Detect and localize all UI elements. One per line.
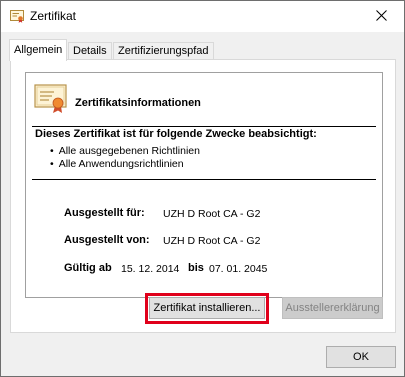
purpose-list: Alle ausgegebenen Richtlinien Alle Anwen… <box>50 145 200 171</box>
issuer-statement-button[interactable]: Ausstellererklärung <box>282 297 383 319</box>
tab-details[interactable]: Details <box>68 42 112 60</box>
info-title: Zertifikatsinformationen <box>75 97 201 109</box>
divider <box>32 126 376 127</box>
certificate-info-box: Zertifikatsinformationen Dieses Zertifik… <box>25 72 383 298</box>
list-item: Alle Anwendungsrichtlinien <box>50 158 200 171</box>
title-bar: Zertifikat <box>1 1 404 32</box>
certificate-dialog: Zertifikat Allgemein Details Zertifizier… <box>0 0 405 377</box>
window-title: Zertifikat <box>30 9 77 23</box>
issued-to-label: Ausgestellt für: <box>64 207 145 219</box>
purpose-heading: Dieses Zertifikat ist für folgende Zweck… <box>35 128 317 140</box>
issued-by-value: UZH D Root CA - G2 <box>163 235 261 247</box>
tab-allgemein[interactable]: Allgemein <box>9 39 68 61</box>
valid-to-value: 07. 01. 2045 <box>209 263 268 275</box>
certificate-icon <box>34 84 68 114</box>
close-icon <box>376 9 387 24</box>
tab-panel-allgemein: Zertifikatsinformationen Dieses Zertifik… <box>10 59 396 333</box>
issued-by-label: Ausgestellt von: <box>64 234 150 246</box>
close-button[interactable] <box>359 1 404 32</box>
valid-from-label: Gültig ab <box>64 262 112 274</box>
install-certificate-button[interactable]: Zertifikat installieren... <box>149 297 265 319</box>
valid-to-label: bis <box>188 262 204 274</box>
issued-to-value: UZH D Root CA - G2 <box>163 208 261 220</box>
certificate-icon <box>10 10 24 23</box>
valid-from-value: 15. 12. 2014 <box>121 263 180 275</box>
list-item: Alle ausgegebenen Richtlinien <box>50 145 200 158</box>
divider <box>32 179 376 180</box>
ok-button[interactable]: OK <box>326 346 396 368</box>
tab-zertifizierungspfad[interactable]: Zertifizierungspfad <box>113 42 214 60</box>
